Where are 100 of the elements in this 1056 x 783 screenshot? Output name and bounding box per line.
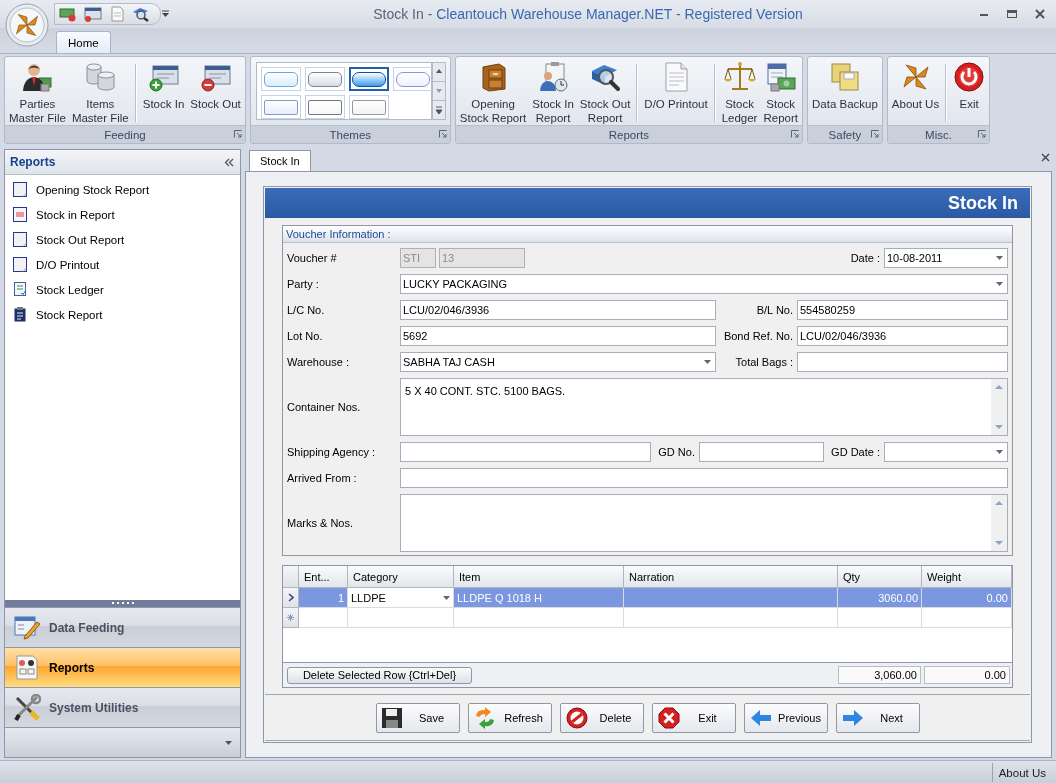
ribbon-button[interactable]: Items Master File bbox=[69, 60, 131, 124]
nav-button[interactable]: Reports bbox=[5, 647, 240, 687]
action-button[interactable]: Save bbox=[375, 702, 460, 733]
table-cell bbox=[299, 608, 348, 628]
table-cell: 3060.00 bbox=[838, 588, 922, 608]
nav-button[interactable]: Data Feeding bbox=[5, 607, 240, 647]
dialog-launcher-icon[interactable] bbox=[233, 130, 242, 138]
window-title: Stock In - Cleantouch Warehouse Manager.NET - Registered Version bbox=[372, 6, 804, 22]
dialog-launcher-icon[interactable] bbox=[870, 130, 879, 138]
dropdown-caret-icon[interactable] bbox=[225, 740, 232, 745]
text-field[interactable] bbox=[400, 442, 651, 462]
scrollbar bbox=[991, 379, 1007, 435]
ribbon-button[interactable]: Data Backup bbox=[810, 60, 880, 124]
row-header[interactable] bbox=[283, 588, 299, 608]
cash-icon[interactable] bbox=[59, 6, 77, 22]
magnifier-icon[interactable] bbox=[132, 6, 150, 22]
dialog-launcher-icon[interactable] bbox=[978, 130, 987, 138]
ribbon-button[interactable]: Exit bbox=[951, 60, 988, 124]
ribbon-button[interactable]: Stock Out bbox=[188, 60, 243, 124]
action-button[interactable]: Delete bbox=[559, 702, 644, 733]
text-field[interactable]: 5692 bbox=[400, 326, 716, 346]
action-button[interactable]: Exit bbox=[651, 702, 736, 733]
ribbon-tab[interactable]: Home bbox=[56, 31, 111, 53]
blank-page-icon bbox=[12, 256, 28, 273]
floppy-disks-icon bbox=[828, 61, 861, 93]
group-label: Reports bbox=[608, 128, 650, 141]
action-button[interactable]: Previous bbox=[743, 702, 828, 733]
scales-icon bbox=[723, 61, 756, 93]
ribbon-button[interactable]: Stock Ledger bbox=[719, 60, 760, 124]
sidebar-item[interactable]: Stock in Report bbox=[5, 202, 240, 227]
ribbon-button[interactable]: Parties Master File bbox=[7, 60, 68, 124]
delete-row-button[interactable]: Delete Selected Row {Ctrl+Del} bbox=[287, 666, 472, 684]
clipboard-icon bbox=[12, 306, 28, 323]
group-title: Voucher Information : bbox=[286, 228, 391, 240]
field-label: GD Date : bbox=[830, 446, 881, 458]
total-field: 0.00 bbox=[924, 666, 1010, 684]
ribbon-button[interactable]: Stock In bbox=[140, 60, 187, 124]
application-menu-orb[interactable] bbox=[5, 3, 49, 47]
group-label: Feeding bbox=[104, 128, 146, 141]
table-cell: LLDPE Q 1018 H bbox=[454, 588, 624, 608]
sidebar-item[interactable]: Opening Stock Report bbox=[5, 177, 240, 202]
ribbon-button[interactable]: Stock Report bbox=[761, 60, 800, 124]
text-field[interactable]: LCU/02/046/3936 bbox=[797, 326, 1008, 346]
form-title: Stock In bbox=[948, 192, 1018, 214]
new-row-icon bbox=[287, 614, 294, 621]
text-area[interactable]: 5 X 40 CONT. STC. 5100 BAGS. bbox=[400, 378, 1008, 436]
text-field[interactable] bbox=[797, 352, 1008, 372]
scrollbar[interactable] bbox=[431, 62, 446, 120]
group-label: Themes bbox=[329, 128, 372, 141]
ribbon-button[interactable]: Stock In Report bbox=[530, 60, 576, 124]
cross-octagon-icon bbox=[656, 705, 681, 730]
field-label: Container Nos. bbox=[287, 401, 362, 413]
document-tab[interactable]: Stock In bbox=[249, 150, 311, 171]
action-button[interactable]: Refresh bbox=[467, 702, 552, 733]
dialog-launcher-icon[interactable] bbox=[791, 130, 799, 138]
blank-page-icon bbox=[12, 181, 28, 198]
dropdown-field[interactable]: LLDPE bbox=[348, 588, 454, 608]
dropdown-field[interactable]: SABHA TAJ CASH bbox=[400, 352, 716, 372]
field-label: Bond Ref. No. bbox=[722, 330, 794, 342]
nav-button[interactable]: System Utilities bbox=[5, 687, 240, 727]
customize-caret-icon[interactable] bbox=[161, 10, 170, 18]
document-icon[interactable] bbox=[109, 6, 125, 22]
maximize-icon[interactable] bbox=[1004, 8, 1020, 20]
sidebar-item[interactable]: Stock Ledger bbox=[5, 277, 240, 302]
grid-row[interactable]: 1 LLDPE LLDPE Q 1018 H 3060.00 0.00 bbox=[283, 588, 1012, 608]
close-icon[interactable] bbox=[1032, 8, 1048, 20]
sidebar-item[interactable]: Stock Report bbox=[5, 302, 240, 327]
sidebar-item[interactable]: D/O Printout bbox=[5, 252, 240, 277]
action-button[interactable]: Next bbox=[835, 702, 920, 733]
date-picker[interactable]: 10-08-2011 bbox=[884, 248, 1008, 268]
text-field[interactable]: 554580259 bbox=[797, 300, 1008, 320]
ribbon-button[interactable]: Opening Stock Report bbox=[457, 60, 529, 124]
text-field[interactable] bbox=[699, 442, 824, 462]
ribbon-button[interactable]: Stock Out Report bbox=[577, 60, 633, 124]
dropdown-caret-icon bbox=[996, 282, 1003, 286]
field-label: Warehouse : bbox=[287, 356, 350, 368]
dialog-launcher-icon[interactable] bbox=[438, 130, 447, 138]
column-header[interactable]: Category bbox=[348, 566, 454, 588]
date-picker[interactable] bbox=[884, 442, 1008, 462]
text-field[interactable]: LCU/02/046/3936 bbox=[400, 300, 716, 320]
theme-swatch[interactable] bbox=[348, 67, 389, 91]
column-header[interactable]: Narration bbox=[624, 566, 838, 588]
column-header[interactable]: Item bbox=[454, 566, 624, 588]
report-page-icon bbox=[13, 653, 41, 682]
ribbon-button[interactable]: About Us bbox=[889, 60, 942, 124]
text-area[interactable] bbox=[400, 494, 1008, 552]
ribbon-button[interactable]: D/O Printout bbox=[642, 60, 710, 124]
dropdown-field[interactable]: LUCKY PACKAGING bbox=[400, 274, 1008, 294]
splitter-grip[interactable] bbox=[111, 602, 134, 605]
collapse-icon[interactable] bbox=[224, 157, 234, 167]
close-icon[interactable] bbox=[1041, 153, 1050, 162]
card-icon[interactable] bbox=[84, 6, 102, 22]
text-field[interactable] bbox=[400, 468, 1008, 488]
column-header[interactable]: Ent... bbox=[299, 566, 348, 588]
column-header[interactable]: Qty bbox=[838, 566, 922, 588]
panel-title: Reports bbox=[10, 155, 56, 169]
column-header[interactable]: Weight bbox=[922, 566, 1012, 588]
field-label: Shipping Agency : bbox=[287, 446, 377, 458]
group-label: Safety bbox=[828, 128, 862, 141]
sidebar-item[interactable]: Stock Out Report bbox=[5, 227, 240, 252]
